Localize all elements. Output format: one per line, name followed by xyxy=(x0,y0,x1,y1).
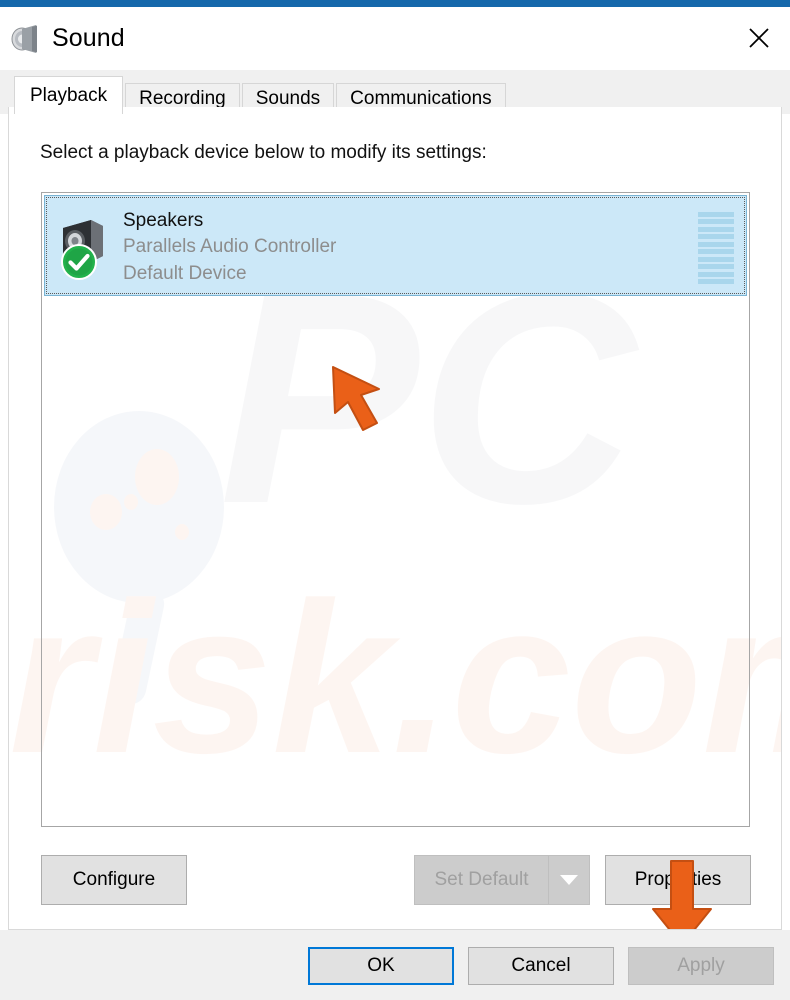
dialog-footer: OK Cancel Apply xyxy=(0,930,790,1000)
device-driver: Parallels Audio Controller xyxy=(123,236,337,257)
meter-segment xyxy=(698,264,734,270)
meter-segment xyxy=(698,241,734,247)
device-name: Speakers xyxy=(123,210,204,231)
close-icon xyxy=(749,28,769,48)
set-default-dropdown-button xyxy=(548,855,590,905)
list-item[interactable]: Speakers Parallels Audio Controller Defa… xyxy=(44,195,747,296)
green-check-icon xyxy=(61,244,97,280)
set-default-button-label: Set Default xyxy=(434,869,529,890)
volume-meter xyxy=(698,212,734,284)
playback-tab-panel: PC risk.com Select a playback device bel… xyxy=(8,107,782,930)
window-title: Sound xyxy=(52,24,125,52)
instruction-text: Select a playback device below to modify… xyxy=(40,142,487,163)
meter-segment xyxy=(698,212,734,217)
window-accent-bar xyxy=(0,0,790,7)
meter-segment xyxy=(698,278,734,284)
meter-segment xyxy=(698,226,734,232)
properties-button[interactable]: Properties xyxy=(605,855,751,905)
speaker-icon xyxy=(11,24,37,53)
title-bar: Sound xyxy=(0,7,790,70)
configure-button[interactable]: Configure xyxy=(41,855,187,905)
apply-button: Apply xyxy=(628,947,774,985)
set-default-split-button[interactable]: Set Default xyxy=(414,855,590,905)
configure-button-label: Configure xyxy=(72,869,156,890)
ok-button[interactable]: OK xyxy=(308,947,454,985)
tab-playback-label: Playback xyxy=(30,84,108,106)
meter-segment xyxy=(698,256,734,262)
playback-device-list[interactable]: Speakers Parallels Audio Controller Defa… xyxy=(41,192,750,827)
meter-segment xyxy=(698,271,734,277)
apply-button-label: Apply xyxy=(677,955,725,976)
close-button[interactable] xyxy=(728,7,790,69)
set-default-button: Set Default xyxy=(414,855,548,905)
meter-segment xyxy=(698,234,734,240)
tab-playback[interactable]: Playback xyxy=(14,76,124,114)
meter-segment xyxy=(698,219,734,225)
cancel-button-label: Cancel xyxy=(511,955,571,976)
chevron-down-icon xyxy=(560,875,578,885)
meter-segment xyxy=(698,249,734,255)
properties-button-label: Properties xyxy=(634,869,722,890)
cancel-button[interactable]: Cancel xyxy=(468,947,614,985)
ok-button-label: OK xyxy=(367,955,395,976)
device-status: Default Device xyxy=(123,263,247,284)
device-text-group: Speakers Parallels Audio Controller Defa… xyxy=(123,208,336,287)
device-icon-group xyxy=(57,214,119,280)
